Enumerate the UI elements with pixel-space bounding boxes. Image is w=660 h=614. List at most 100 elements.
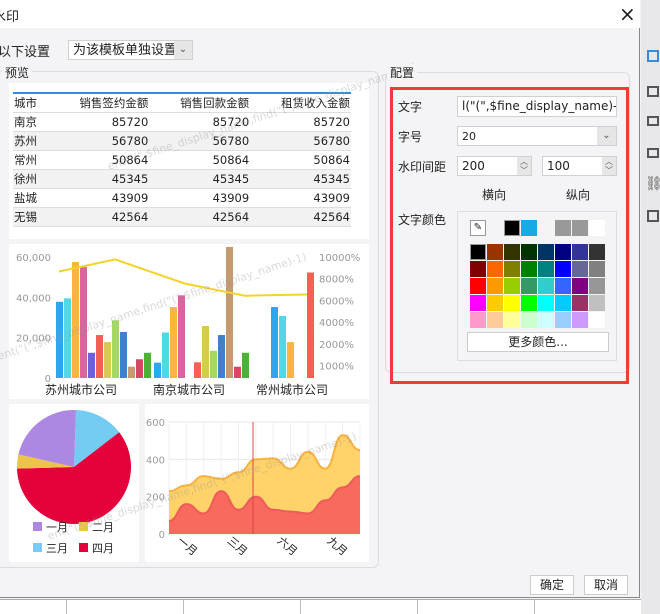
size-label: 字号 bbox=[398, 130, 423, 144]
color-swatch[interactable] bbox=[470, 295, 486, 311]
toolbar-icon[interactable] bbox=[647, 148, 659, 158]
color-swatch[interactable] bbox=[555, 244, 571, 260]
color-swatch[interactable] bbox=[555, 312, 571, 328]
color-swatch[interactable] bbox=[487, 244, 503, 260]
toolbar-icon[interactable] bbox=[647, 86, 659, 97]
bar bbox=[170, 307, 177, 378]
table-row: 徐州 45345 45345 45345 bbox=[13, 169, 351, 189]
x-tick-label: 六月 bbox=[275, 534, 300, 558]
size-value: 20 bbox=[462, 130, 476, 143]
table-cell: 无锡 bbox=[13, 207, 49, 227]
color-swatch[interactable] bbox=[572, 278, 588, 294]
bar bbox=[104, 342, 111, 378]
color-swatch[interactable] bbox=[538, 244, 554, 260]
color-swatch[interactable] bbox=[521, 261, 537, 277]
more-colors-button[interactable]: 更多颜色... bbox=[467, 332, 609, 352]
text-input[interactable]: l("(",$fine_display_name)-1) bbox=[457, 96, 617, 117]
color-swatch[interactable] bbox=[470, 261, 486, 277]
area-chart-panel: 600 400 200 0 一月 三月 六月 九月 bbox=[145, 404, 369, 562]
toolbar-icon[interactable] bbox=[647, 116, 659, 126]
setting-select[interactable]: 为该模板单独设置 ⌄ bbox=[68, 40, 193, 60]
color-swatch[interactable] bbox=[538, 312, 554, 328]
cancel-button[interactable]: 取消 bbox=[584, 575, 628, 595]
color-swatch[interactable] bbox=[589, 312, 605, 328]
table-cell: 85720 bbox=[48, 112, 150, 132]
color-swatch[interactable] bbox=[504, 244, 520, 260]
color-swatch[interactable] bbox=[589, 244, 605, 260]
color-swatch[interactable] bbox=[521, 244, 537, 260]
toolbar-icon[interactable] bbox=[647, 210, 659, 222]
color-swatch[interactable] bbox=[521, 295, 537, 311]
color-swatch[interactable] bbox=[470, 244, 486, 260]
bar bbox=[128, 366, 135, 378]
color-swatch[interactable] bbox=[487, 278, 503, 294]
chevron-down-icon: ⌄ bbox=[174, 41, 192, 59]
color-swatch[interactable] bbox=[572, 244, 588, 260]
ok-button[interactable]: 确定 bbox=[530, 575, 574, 595]
bar-chart-panel: 60,000 40,000 20,000 0 10000% 8000% 6000% 4000%… bbox=[9, 244, 369, 399]
color-swatch[interactable] bbox=[521, 312, 537, 328]
color-swatch[interactable] bbox=[538, 261, 554, 277]
column-header: 销售签约金额 bbox=[48, 93, 150, 113]
y2-tick-label: 10000% bbox=[319, 253, 360, 264]
color-swatch[interactable] bbox=[572, 261, 588, 277]
color-swatch[interactable] bbox=[589, 278, 605, 294]
pie-chart: 一月 二月三月 四月 bbox=[17, 410, 131, 555]
color-swatch[interactable] bbox=[470, 278, 486, 294]
color-swatch[interactable] bbox=[487, 295, 503, 311]
close-icon[interactable]: × bbox=[619, 2, 636, 26]
table-cell: 85720 bbox=[149, 112, 251, 132]
table-row: 盐城 43909 43909 43909 bbox=[13, 188, 351, 208]
bar bbox=[210, 350, 217, 378]
color-swatch[interactable] bbox=[487, 312, 503, 328]
recent-color-swatch[interactable] bbox=[555, 220, 571, 236]
color-swatch[interactable] bbox=[572, 312, 588, 328]
color-swatch[interactable] bbox=[555, 295, 571, 311]
color-swatch[interactable] bbox=[504, 261, 520, 277]
bar bbox=[307, 272, 314, 378]
color-swatch[interactable] bbox=[504, 295, 520, 311]
y2-tick-label: 4000% bbox=[319, 318, 354, 329]
recent-color-swatch[interactable] bbox=[504, 220, 520, 236]
color-swatch[interactable] bbox=[589, 261, 605, 277]
color-swatch[interactable] bbox=[589, 295, 605, 311]
spinner-icon[interactable]: ︿ ﹀ bbox=[602, 157, 616, 175]
vertical-spacing-input[interactable]: 100 ︿ ﹀ bbox=[542, 156, 617, 176]
horizontal-spacing-input[interactable]: 200 ︿ ﹀ bbox=[457, 156, 532, 176]
legend-swatch bbox=[33, 543, 42, 552]
color-swatch[interactable] bbox=[504, 312, 520, 328]
legend-swatch bbox=[79, 522, 88, 531]
color-swatch[interactable] bbox=[538, 295, 554, 311]
horizontal-label: 横向 bbox=[482, 188, 507, 202]
legend-label: 三月 bbox=[46, 542, 68, 555]
recent-color-swatch[interactable] bbox=[572, 220, 588, 236]
pie-chart-panel: 一月 二月 三月 四月 bbox=[9, 404, 139, 562]
eyedropper-icon[interactable]: ✎ bbox=[470, 220, 486, 236]
bar bbox=[96, 335, 103, 378]
color-swatch[interactable] bbox=[521, 278, 537, 294]
recent-color-swatch[interactable] bbox=[538, 220, 554, 236]
color-swatch[interactable] bbox=[572, 295, 588, 311]
color-swatch[interactable] bbox=[487, 261, 503, 277]
color-swatch[interactable] bbox=[470, 312, 486, 328]
chevron-down-icon: ⌄ bbox=[597, 127, 616, 145]
color-swatch[interactable] bbox=[555, 278, 571, 294]
recent-color-swatch[interactable] bbox=[521, 220, 537, 236]
spinner-icon[interactable]: ︿ ﹀ bbox=[517, 157, 531, 175]
color-swatch[interactable] bbox=[555, 261, 571, 277]
bar bbox=[136, 359, 143, 378]
recent-color-swatch[interactable] bbox=[589, 220, 605, 236]
table-cell: 徐州 bbox=[13, 169, 49, 189]
size-select[interactable]: 20 ⌄ bbox=[457, 126, 617, 146]
link-icon[interactable]: ⛓ bbox=[645, 176, 660, 192]
line-series bbox=[58, 258, 308, 297]
table-row: 常州 50864 50864 50864 bbox=[13, 150, 351, 170]
watermark-dialog: 水印 × 以下设置 为该模板单独设置 ⌄ 预览 城市销售签约金额销售回款金额租赁… bbox=[0, 0, 640, 598]
bar bbox=[72, 262, 79, 378]
table-cell: 85720 bbox=[250, 112, 351, 132]
toolbar-icon[interactable] bbox=[647, 50, 659, 62]
table-cell: 45345 bbox=[48, 169, 150, 189]
color-swatch[interactable] bbox=[504, 278, 520, 294]
color-swatch[interactable] bbox=[538, 278, 554, 294]
column-header: 城市 bbox=[13, 93, 49, 113]
